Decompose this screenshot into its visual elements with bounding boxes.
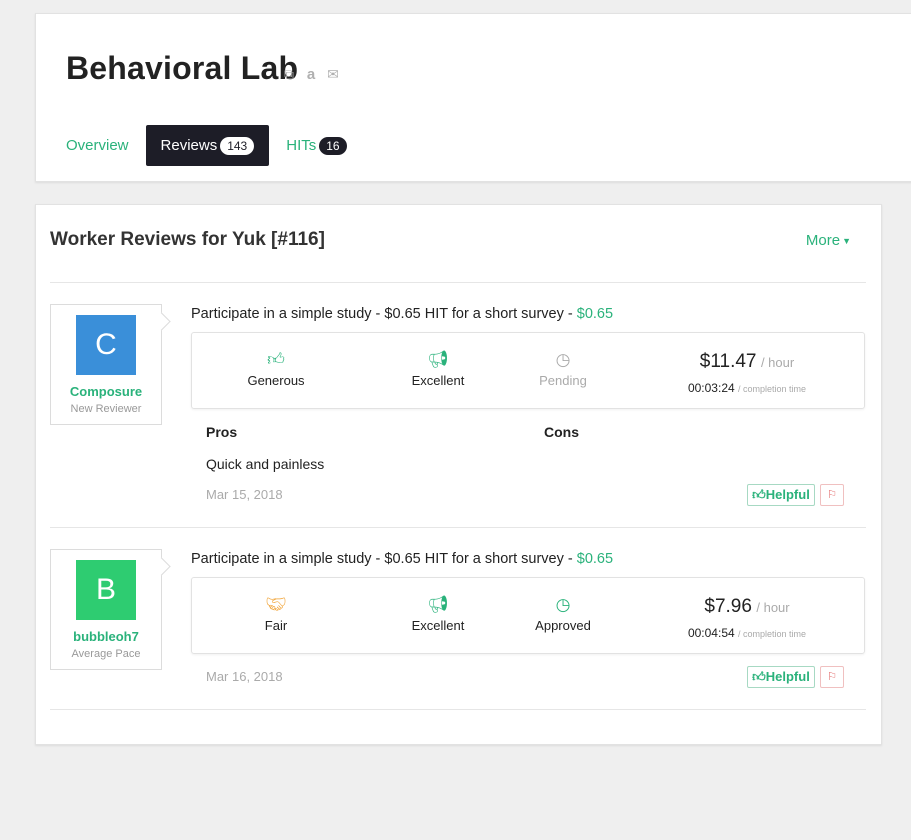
rating-label: Fair (264, 618, 288, 633)
rating-label: Generous (247, 373, 305, 388)
clock-icon: ◷ (555, 595, 571, 614)
pros-heading: Pros (206, 424, 238, 440)
copy-icon[interactable]: ⧉ (281, 66, 297, 83)
completion-time-label: / completion time (738, 384, 807, 394)
requester-title: Behavioral Lab (66, 50, 299, 86)
thumbs-up-icon: 👍︎ (752, 487, 766, 502)
hit-title: Participate in a simple study - $0.65 HI… (191, 551, 613, 567)
reviewer-type: New Reviewer (70, 403, 142, 415)
tab-reviews-label: Reviews (160, 137, 218, 154)
completion-time-value: 00:04:54 (687, 626, 735, 640)
flag-icon: ⚐ (827, 671, 837, 683)
envelope-icon[interactable]: ✉ (325, 66, 341, 83)
completion-time: 00:03:24 / completion time (662, 381, 832, 395)
rating-label: Excellent (411, 618, 465, 633)
tab-hits[interactable]: HITs 16 (274, 125, 358, 166)
helpful-label: Helpful (765, 487, 810, 502)
reviews-heading: Worker Reviews for Yuk [#116] (50, 229, 325, 250)
reviewer-name-link[interactable]: bubbleoh7 (51, 629, 161, 644)
completion-time-label: / completion time (738, 629, 807, 639)
completion-time-value: 00:03:24 (687, 381, 735, 395)
rating-approval: ◷ Approved (513, 594, 613, 633)
helpful-button[interactable]: 👍︎Helpful (747, 484, 815, 506)
handshake-icon: 🤝︎ (265, 595, 287, 614)
avatar: B (76, 560, 136, 620)
ratings-box: 🤝︎ Fair 📢︎ Excellent ◷ Approved $7.96 / … (191, 577, 865, 654)
more-label: More (805, 232, 841, 249)
flag-icon: ⚐ (827, 489, 837, 501)
flag-button[interactable]: ⚐ (820, 484, 844, 506)
tab-reviews[interactable]: Reviews 143 (145, 125, 270, 166)
rating-generosity: 👍︎ Generous (226, 349, 326, 388)
rating-communication: 📢︎ Excellent (388, 349, 488, 388)
ratings-box: 👍︎ Generous 📢︎ Excellent ◷ Pending $11.4… (191, 332, 865, 409)
tab-overview-label: Overview (66, 137, 129, 154)
per-hour-label: / hour (760, 355, 795, 370)
divider (50, 527, 866, 528)
megaphone-icon: 📢︎ (427, 350, 449, 369)
divider (50, 282, 866, 283)
hit-title: Participate in a simple study - $0.65 HI… (191, 306, 613, 322)
reviewer-type: Average Pace (71, 648, 141, 660)
more-dropdown[interactable]: More ▼ (806, 232, 851, 249)
rating-label: Excellent (411, 373, 465, 388)
reviews-card: Worker Reviews for Yuk [#116] More ▼ C Co… (35, 204, 882, 745)
completion-time: 00:04:54 / completion time (662, 626, 832, 640)
review-date: Mar 15, 2018 (206, 487, 283, 502)
hit-reward: $0.65 (576, 551, 614, 567)
pay-rate: $11.47 / hour 00:03:24 / completion time (662, 351, 832, 395)
caret-down-icon: ▼ (842, 236, 851, 247)
reviewer-card: B bubbleoh7 Average Pace (50, 549, 162, 670)
tab-overview[interactable]: Overview (54, 125, 141, 166)
rating-label: Pending (539, 373, 587, 388)
divider (50, 709, 866, 710)
hourly-rate: $11.47 (699, 351, 757, 372)
pay-rate: $7.96 / hour 00:04:54 / completion time (662, 596, 832, 640)
helpful-button[interactable]: 👍︎Helpful (747, 666, 815, 688)
avatar: C (76, 315, 136, 375)
helpful-label: Helpful (765, 669, 810, 684)
rating-generosity: 🤝︎ Fair (226, 594, 326, 633)
requester-icons: ⧉ a ✉ (281, 66, 341, 83)
clock-icon: ◷ (555, 350, 571, 369)
thumbs-up-icon: 👍︎ (267, 350, 285, 369)
review-date: Mar 16, 2018 (206, 669, 283, 684)
pros-text: Quick and painless (206, 456, 325, 472)
hit-reward: $0.65 (576, 306, 614, 322)
reviews-count-badge: 143 (220, 136, 255, 155)
requester-header-card: Behavioral Lab ⧉ a ✉ Overview Reviews 14… (35, 13, 911, 182)
hit-title-text: Participate in a simple study - $0.65 HI… (191, 306, 577, 322)
requester-tabs: Overview Reviews 143 HITs 16 (54, 125, 359, 166)
flag-button[interactable]: ⚐ (820, 666, 844, 688)
amazon-icon[interactable]: a (303, 66, 319, 83)
megaphone-icon: 📢︎ (427, 595, 449, 614)
per-hour-label: / hour (756, 600, 790, 615)
hits-count-badge: 16 (319, 136, 347, 155)
rating-approval: ◷ Pending (513, 349, 613, 388)
reviewer-card: C Composure New Reviewer (50, 304, 162, 425)
reviewer-name-link[interactable]: Composure (51, 384, 161, 399)
thumbs-up-icon: 👍︎ (752, 669, 766, 684)
tab-hits-label: HITs (286, 137, 317, 154)
cons-heading: Cons (544, 424, 579, 440)
rating-label: Approved (535, 618, 591, 633)
hit-title-text: Participate in a simple study - $0.65 HI… (191, 551, 577, 567)
hourly-rate: $7.96 (704, 596, 752, 617)
rating-communication: 📢︎ Excellent (388, 594, 488, 633)
